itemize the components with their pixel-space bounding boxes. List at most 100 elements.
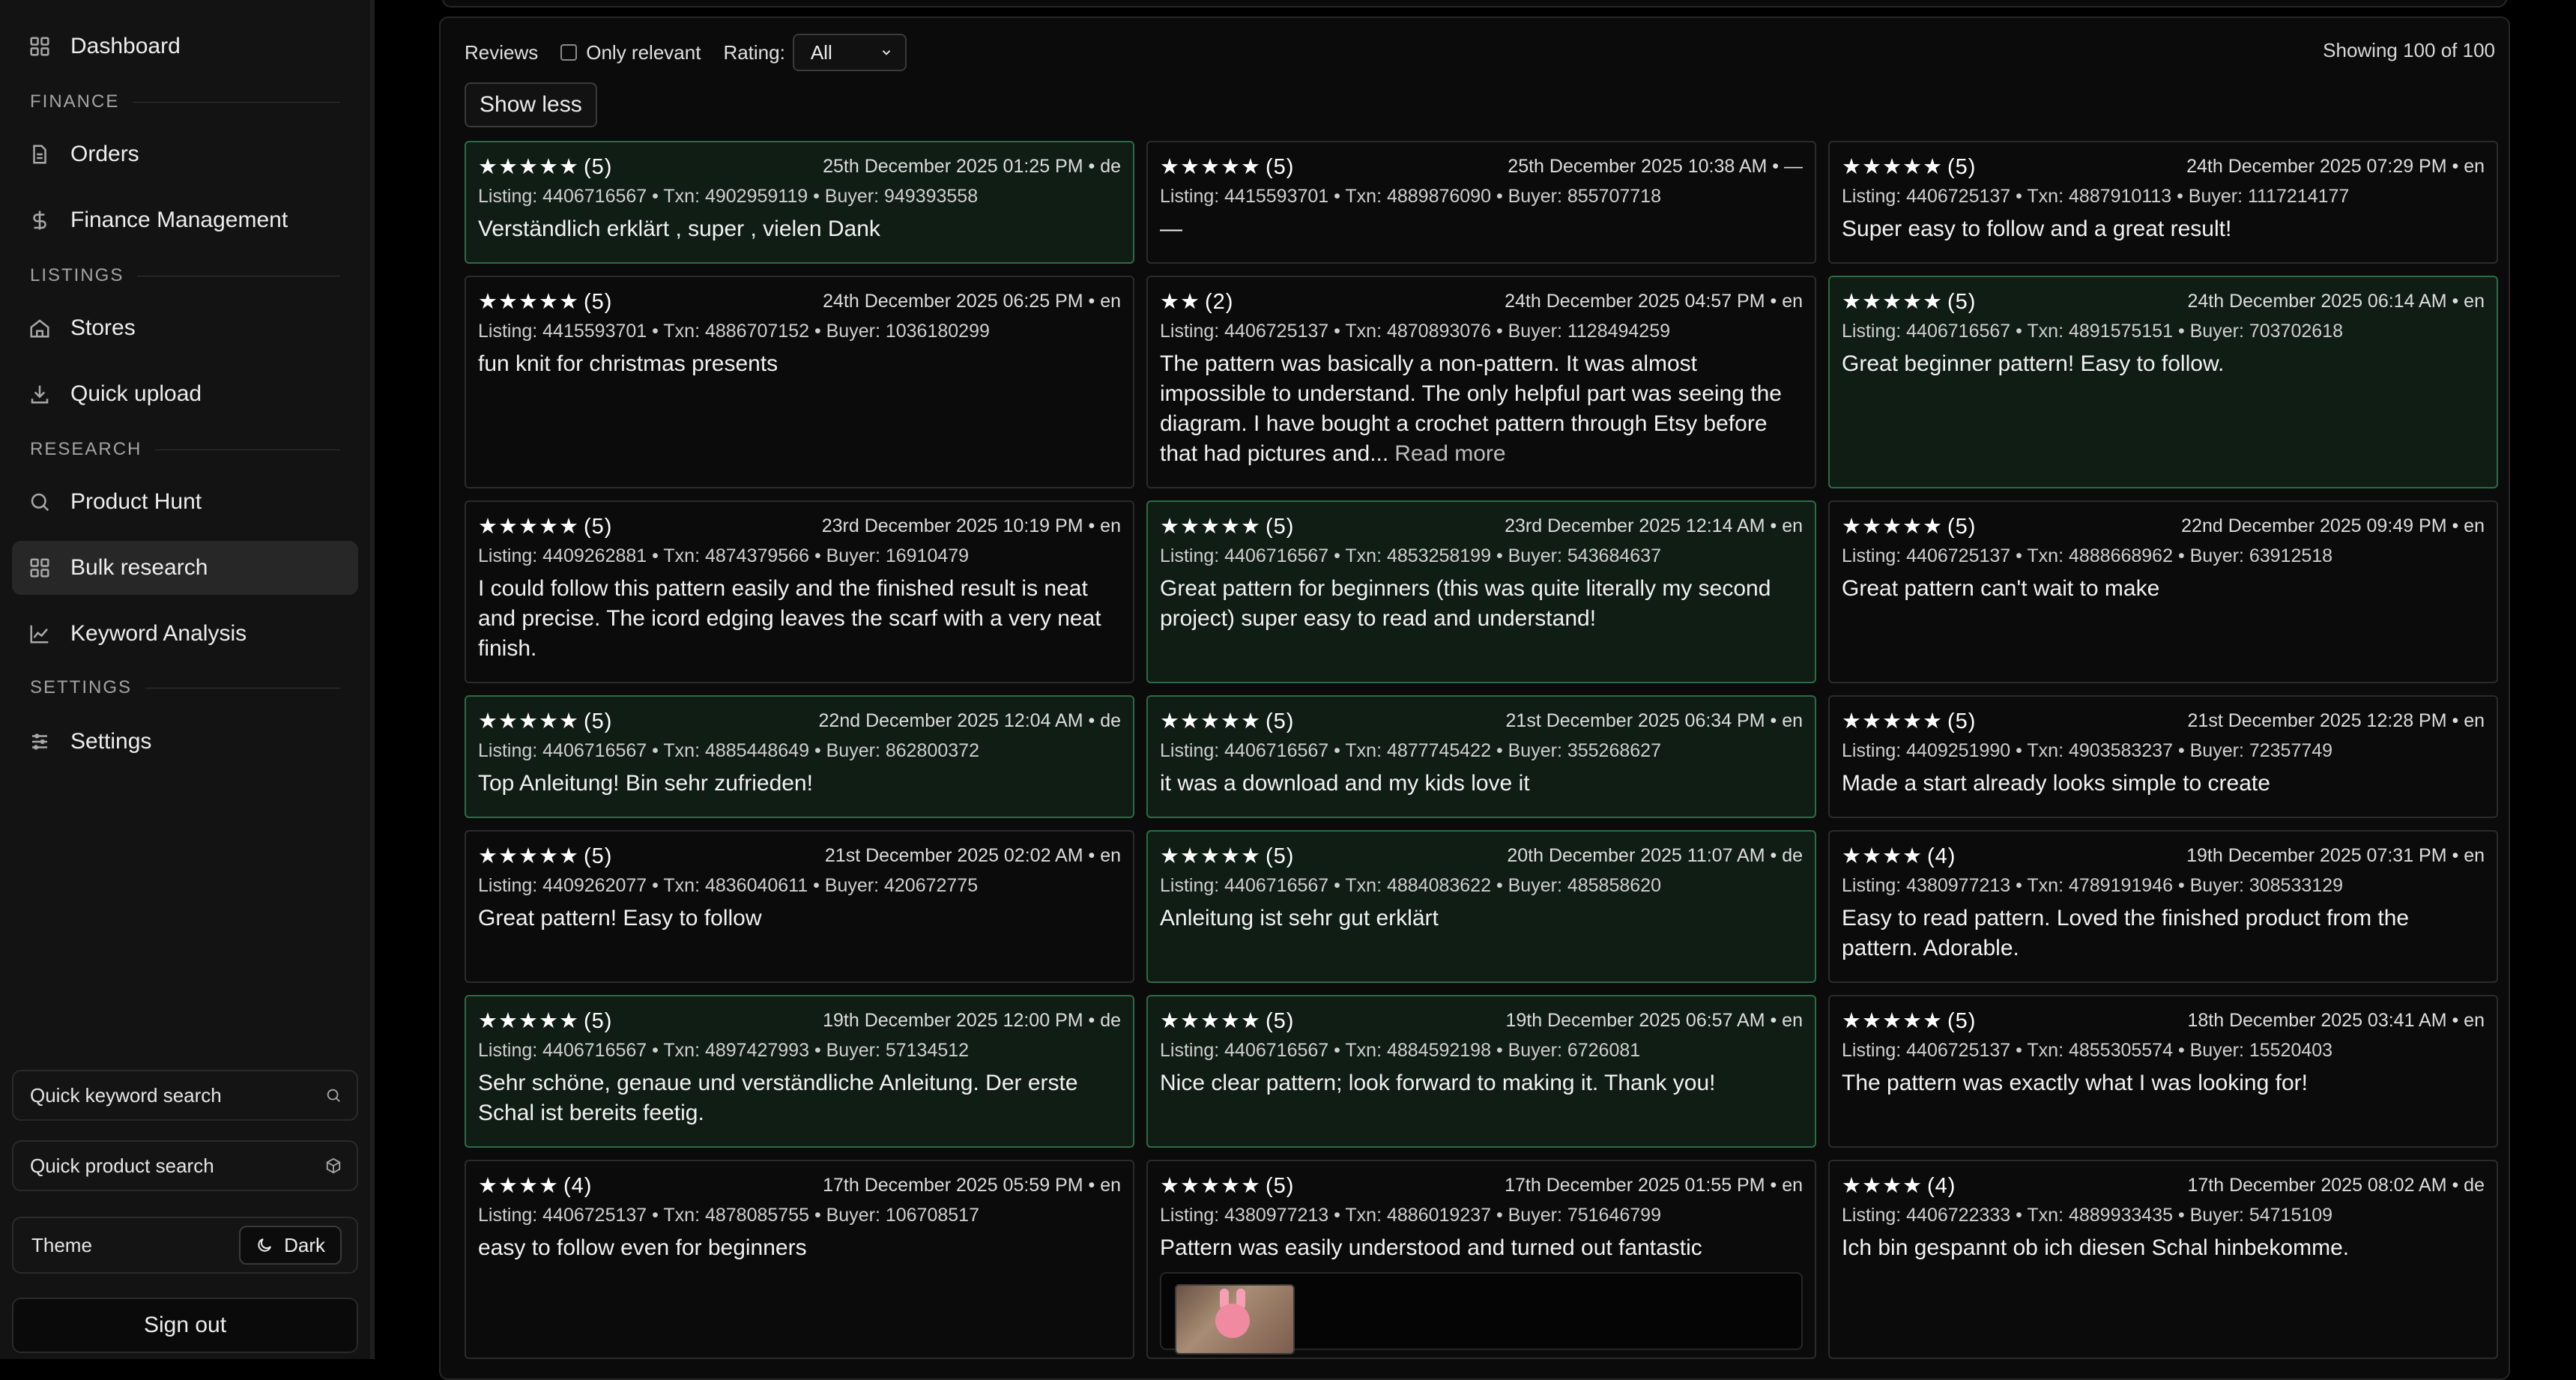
review-card: ★★★★ (4) 17th December 2025 05:59 PM • en L…	[465, 1160, 1134, 1359]
sign-out-button[interactable]: Sign out	[12, 1298, 358, 1353]
review-header: ★★★★★ (5) 24th December 2025 06:25 PM • en	[478, 288, 1121, 315]
review-text-block: it was a download and my kids love it	[1160, 769, 1803, 799]
rating-count: (5)	[584, 709, 613, 733]
review-date: 17th December 2025 01:55 PM • en	[1505, 1174, 1803, 1196]
review-text-block: fun knit for christmas presents	[478, 349, 1121, 379]
sidebar-item-quick-upload[interactable]: Quick upload	[12, 367, 358, 421]
sidebar-item-orders[interactable]: Orders	[12, 127, 358, 181]
star-icons: ★★★★★	[478, 1008, 579, 1033]
star-icons: ★★★★★	[1160, 154, 1261, 179]
review-meta: Listing: 4415593701 • Txn: 4886707152 • …	[478, 321, 990, 342]
rating-count: (5)	[584, 289, 613, 314]
review-header: ★★★★★ (5) 20th December 2025 11:07 AM • de	[1160, 842, 1803, 869]
review-meta: Listing: 4406725137 • Txn: 4855305574 • …	[1842, 1040, 2333, 1061]
review-text-block: Great pattern! Easy to follow	[478, 904, 1121, 933]
rating-count: (5)	[1947, 709, 1977, 733]
review-photo-thumbnail[interactable]	[1175, 1284, 1295, 1355]
review-text-block: I could follow this pattern easily and t…	[478, 574, 1121, 664]
rating-count: (5)	[584, 154, 613, 179]
review-meta: Listing: 4380977213 • Txn: 4789191946 • …	[1842, 875, 2343, 896]
review-meta: Listing: 4406716567 • Txn: 4884592198 • …	[1160, 1040, 1641, 1061]
star-icons: ★★★★★	[1160, 1008, 1261, 1033]
review-date: 23rd December 2025 10:19 PM • en	[821, 515, 1121, 536]
review-meta: Listing: 4406716567 • Txn: 4891575151 • …	[1842, 321, 2343, 342]
sidebar-item-product-hunt[interactable]: Product Hunt	[12, 475, 358, 529]
theme-label: Theme	[31, 1233, 92, 1256]
read-more-link[interactable]: Read more	[1394, 441, 1505, 466]
review-text-block: Great beginner pattern! Easy to follow.	[1842, 349, 2485, 379]
section-title-settings: SETTINGS	[30, 677, 340, 698]
rating-stars: ★★★★★ (5)	[478, 1008, 612, 1034]
sidebar-item-label: Stores	[70, 315, 136, 340]
review-header: ★★★★ (4) 17th December 2025 05:59 PM • en	[478, 1172, 1121, 1199]
review-text: Super easy to follow and a great result!	[1842, 217, 2232, 241]
rating-count: (5)	[1947, 289, 1977, 314]
only-relevant-label: Only relevant	[586, 40, 701, 64]
review-meta: Listing: 4406716567 • Txn: 4877745422 • …	[1160, 740, 1661, 761]
only-relevant-checkbox[interactable]	[560, 44, 578, 61]
theme-toggle-button[interactable]: Dark	[239, 1226, 342, 1265]
review-text: Great pattern! Easy to follow	[478, 906, 762, 930]
sidebar-item-settings[interactable]: Settings	[12, 715, 358, 769]
rating-stars: ★★★★★ (5)	[1842, 154, 1976, 180]
review-header: ★★★★★ (5) 23rd December 2025 10:19 PM • en	[478, 512, 1121, 539]
sidebar-item-stores[interactable]: Stores	[12, 301, 358, 355]
review-date: 24th December 2025 07:29 PM • en	[2186, 155, 2485, 177]
review-text-block: Great pattern for beginners (this was qu…	[1160, 574, 1803, 634]
quick-product-search[interactable]: Quick product search	[12, 1140, 358, 1191]
rating-count: (5)	[1266, 844, 1295, 868]
theme-setting: Theme Dark	[12, 1217, 358, 1274]
review-text-block: Nice clear pattern; look forward to maki…	[1160, 1068, 1803, 1098]
grid-icon	[28, 557, 51, 579]
review-date: 25th December 2025 01:25 PM • de	[823, 155, 1121, 177]
sidebar-item-keyword-analysis[interactable]: Keyword Analysis	[12, 607, 358, 661]
rating-stars: ★★★★★ (5)	[478, 288, 612, 315]
rating-stars: ★★★★ (4)	[1842, 1172, 1956, 1199]
section-title-finance: FINANCE	[30, 91, 340, 112]
review-meta: Listing: 4415593701 • Txn: 4889876090 • …	[1160, 186, 1661, 207]
sidebar-item-dashboard[interactable]: Dashboard	[12, 19, 358, 73]
rating-stars: ★★★★★ (5)	[478, 843, 612, 869]
star-icons: ★★★★★	[1842, 1008, 1943, 1033]
rating-select[interactable]: All	[792, 34, 907, 71]
download-icon	[28, 383, 51, 405]
sidebar-item-bulk-research[interactable]: Bulk research	[12, 541, 358, 595]
rating-count: (5)	[584, 1008, 613, 1033]
home-icon	[28, 317, 51, 339]
rating-stars: ★★★★★ (5)	[1160, 513, 1294, 539]
review-text-block: Top Anleitung! Bin sehr zufrieden!	[478, 769, 1121, 799]
line-chart-icon	[28, 623, 51, 645]
review-card: ★★★★★ (5) 23rd December 2025 10:19 PM • en…	[465, 500, 1134, 683]
sidebar-item-label: Finance Management	[70, 208, 288, 232]
sidebar-item-label: Orders	[70, 142, 139, 166]
review-text-block: Great pattern can't wait to make	[1842, 574, 2485, 604]
review-card: ★★★★★ (5) 19th December 2025 06:57 AM • en…	[1146, 995, 1816, 1148]
review-text-block: Super easy to follow and a great result!	[1842, 214, 2485, 244]
review-header: ★★★★★ (5) 22nd December 2025 12:04 AM • de	[478, 707, 1121, 734]
review-text-block: Easy to read pattern. Loved the finished…	[1842, 904, 2485, 963]
review-text: Great pattern can't wait to make	[1842, 576, 2160, 601]
review-text-block: The pattern was exactly what I was looki…	[1842, 1068, 2485, 1098]
search-icon	[327, 1089, 340, 1102]
review-header: ★★★★★ (5) 25th December 2025 10:38 AM • —	[1160, 153, 1803, 180]
quick-keyword-search[interactable]: Quick keyword search	[12, 1070, 358, 1121]
package-icon	[326, 1157, 341, 1174]
show-less-button[interactable]: Show less	[465, 82, 597, 127]
knitted-bunny-image	[1215, 1304, 1250, 1338]
grid-icon	[28, 35, 51, 58]
rating-stars: ★★★★★ (5)	[478, 154, 612, 180]
review-card: ★★★★★ (5) 23rd December 2025 12:14 AM • en…	[1146, 500, 1816, 683]
review-meta: Listing: 4406722333 • Txn: 4889933435 • …	[1842, 1205, 2333, 1226]
review-text-block: Sehr schöne, genaue und verständliche An…	[478, 1068, 1121, 1128]
review-text-block: easy to follow even for beginners	[478, 1233, 1121, 1263]
review-date: 21st December 2025 02:02 AM • en	[824, 844, 1121, 866]
star-icons: ★★★★★	[478, 289, 579, 314]
review-meta: Listing: 4406716567 • Txn: 4884083622 • …	[1160, 875, 1661, 896]
sidebar-item-finance-management[interactable]: Finance Management	[12, 193, 358, 247]
quick-product-search-label: Quick product search	[30, 1154, 214, 1177]
sidebar-item-label: Keyword Analysis	[70, 621, 247, 646]
rating-stars: ★★★★★ (5)	[478, 708, 612, 734]
moon-icon	[258, 1238, 272, 1252]
review-text: easy to follow even for beginners	[478, 1235, 807, 1260]
review-meta: Listing: 4380977213 • Txn: 4886019237 • …	[1160, 1205, 1661, 1226]
